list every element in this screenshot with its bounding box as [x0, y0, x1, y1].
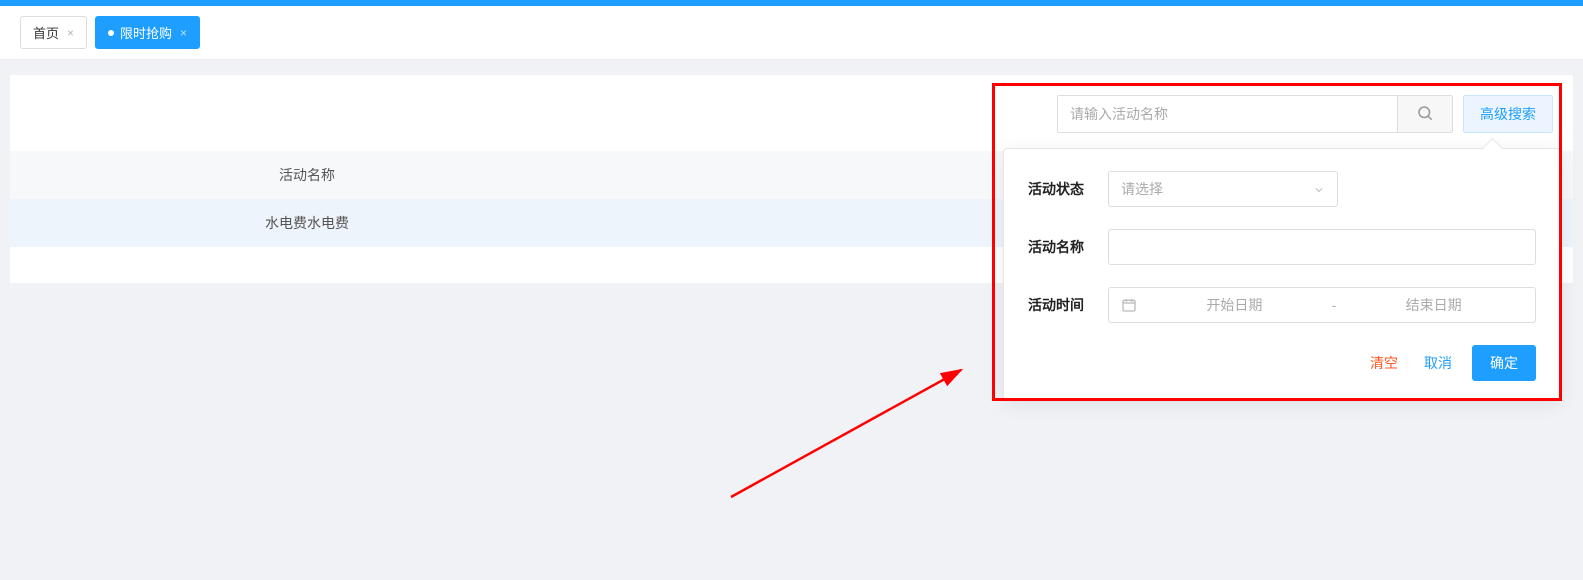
status-select[interactable]: 请选择: [1108, 171, 1338, 207]
close-icon[interactable]: ×: [180, 26, 187, 40]
end-date-placeholder: 结束日期: [1344, 295, 1523, 315]
status-label: 活动状态: [1028, 179, 1108, 199]
search-icon: [1416, 104, 1434, 125]
tab-label: 首页: [33, 23, 59, 42]
annotation-arrow: [726, 362, 996, 502]
close-icon[interactable]: ×: [67, 26, 74, 40]
search-input[interactable]: [1057, 95, 1397, 133]
popover-actions: 清空 取消 确定: [1028, 345, 1536, 381]
form-row-status: 活动状态 请选择: [1028, 171, 1536, 207]
advanced-search-button[interactable]: 高级搜索: [1463, 95, 1553, 133]
select-placeholder: 请选择: [1121, 179, 1163, 199]
form-row-time: 活动时间 开始日期 - 结束日期: [1028, 287, 1536, 323]
tab-home[interactable]: 首页 ×: [20, 16, 87, 49]
advanced-search-popover: 活动状态 请选择 活动名称 活动时间 开始日期 - 结束日期 清空 取消 确定: [1003, 148, 1561, 400]
date-range-picker[interactable]: 开始日期 - 结束日期: [1108, 287, 1536, 323]
tab-label: 限时抢购: [120, 23, 172, 42]
active-dot-icon: [108, 30, 114, 36]
chevron-down-icon: [1313, 183, 1325, 195]
col-activity-name: 活动名称: [10, 151, 604, 199]
calendar-icon: [1121, 297, 1137, 313]
cell-activity-name: 水电费水电费: [10, 199, 604, 247]
clear-button[interactable]: 清空: [1364, 349, 1404, 377]
range-separator: -: [1332, 297, 1337, 313]
name-label: 活动名称: [1028, 237, 1108, 257]
start-date-placeholder: 开始日期: [1145, 295, 1324, 315]
panel-toolbar: 高级搜索: [10, 75, 1573, 151]
search-button[interactable]: [1397, 95, 1453, 133]
tabs-bar: 首页 × 限时抢购 ×: [0, 6, 1583, 60]
cancel-button[interactable]: 取消: [1418, 349, 1458, 377]
confirm-button[interactable]: 确定: [1472, 345, 1536, 381]
search-group: [1057, 95, 1453, 133]
time-label: 活动时间: [1028, 295, 1108, 315]
tab-flash-sale[interactable]: 限时抢购 ×: [95, 16, 200, 49]
form-row-name: 活动名称: [1028, 229, 1536, 265]
name-input[interactable]: [1108, 229, 1536, 265]
